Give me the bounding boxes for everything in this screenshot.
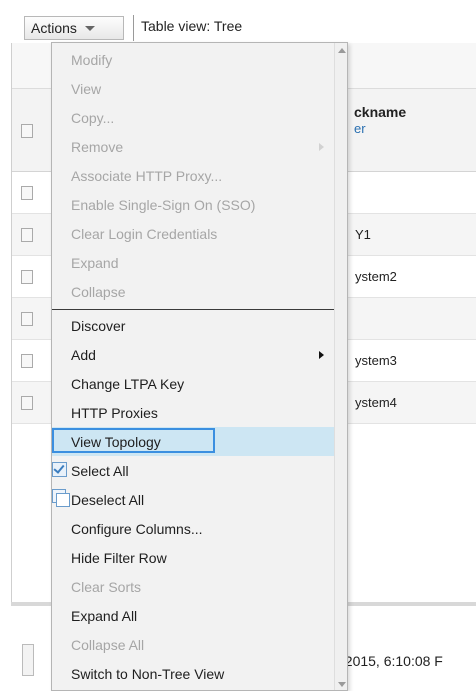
menu-item-hide-filter-row[interactable]: Hide Filter Row [52,543,334,572]
menu-item-change-ltpa-key[interactable]: Change LTPA Key [52,369,334,398]
table-cell: Y1 [355,227,371,242]
table-view-selector[interactable]: Table view: Tree [141,18,242,34]
menu-item-http-proxies[interactable]: HTTP Proxies [52,398,334,427]
menu-item-label: HTTP Proxies [71,404,158,421]
menu-item-label: Associate HTTP Proxy... [71,167,223,184]
actions-menu: Modify View Copy... Remove Associate HTT… [51,42,348,691]
menu-item-view-topology[interactable]: View Topology [52,427,334,456]
submenu-arrow-icon [319,351,324,359]
menu-item-label: Discover [71,317,126,334]
menu-item-enable-sso[interactable]: Enable Single-Sign On (SSO) [52,190,334,219]
menu-item-switch-to-non-tree-view[interactable]: Switch to Non-Tree View [52,659,334,688]
menu-item-label: Clear Login Credentials [71,225,218,242]
menu-item-label: Add [71,346,96,363]
column-filter-link[interactable]: er [354,121,366,136]
table-cell: ystem2 [355,269,397,284]
header-select-checkbox[interactable] [21,124,33,138]
menu-item-modify[interactable]: Modify [52,45,334,74]
submenu-arrow-icon [319,143,324,151]
menu-item-clear-sorts[interactable]: Clear Sorts [52,572,334,601]
focus-ring [52,428,215,453]
menu-item-select-all[interactable]: Select All [52,456,334,485]
row-checkbox[interactable] [21,228,33,242]
menu-item-expand-all[interactable]: Expand All [52,601,334,630]
actions-button[interactable]: Actions [24,16,124,40]
last-refresh-timestamp: , 2015, 6:10:08 F [337,653,443,669]
menu-scrollbar[interactable] [334,43,347,690]
menu-item-add[interactable]: Add [52,340,334,369]
menu-item-label: Copy... [71,109,115,126]
menu-item-clear-login-credentials[interactable]: Clear Login Credentials [52,219,334,248]
menu-item-label: Deselect All [71,491,145,508]
menu-item-label: Expand [71,254,119,271]
menu-item-label: Switch to Non-Tree View [71,665,225,682]
row-checkbox[interactable] [21,312,33,326]
status-panel [22,644,34,676]
menu-item-deselect-all[interactable]: Deselect All [52,485,334,514]
menu-item-label: Expand All [71,607,138,624]
menu-item-collapse[interactable]: Collapse [52,277,334,306]
checkbox-checked-icon [52,462,67,477]
menu-item-collapse-all[interactable]: Collapse All [52,630,334,659]
actions-label: Actions [31,20,77,36]
row-checkbox[interactable] [21,186,33,200]
toolbar-divider [133,15,134,41]
menu-item-expand[interactable]: Expand [52,248,334,277]
row-checkbox[interactable] [21,270,33,284]
menu-item-remove[interactable]: Remove [52,132,334,161]
menu-item-label: Select All [71,462,129,479]
menu-separator [52,309,334,310]
menu-item-label: Configure Columns... [71,520,203,537]
scroll-up-arrow-icon[interactable] [338,48,346,53]
menu-item-view[interactable]: View [52,74,334,103]
menu-item-label: Enable Single-Sign On (SSO) [71,196,256,213]
menu-item-label: Collapse [71,283,126,300]
menu-item-copy[interactable]: Copy... [52,103,334,132]
checkbox-unchecked-icon [56,493,70,507]
row-checkbox[interactable] [21,354,33,368]
menu-item-associate-http-proxy[interactable]: Associate HTTP Proxy... [52,161,334,190]
menu-item-label: Collapse All [71,636,145,653]
menu-item-label: View [71,80,102,97]
chevron-down-icon [84,25,95,31]
menu-item-label: Change LTPA Key [71,375,185,392]
table-cell: ystem3 [355,353,397,368]
menu-item-label: Clear Sorts [71,578,142,595]
menu-item-label: Hide Filter Row [71,549,167,566]
table-cell: ystem4 [355,395,397,410]
menu-item-configure-columns[interactable]: Configure Columns... [52,514,334,543]
menu-item-discover[interactable]: Discover [52,311,334,340]
row-checkbox[interactable] [21,396,33,410]
menu-item-label: Modify [71,51,113,68]
menu-item-label: Remove [71,138,124,155]
column-header-nickname[interactable]: ckname [354,104,406,120]
scroll-down-arrow-icon[interactable] [338,682,346,687]
toolbar: Actions Table view: Tree [0,0,476,43]
